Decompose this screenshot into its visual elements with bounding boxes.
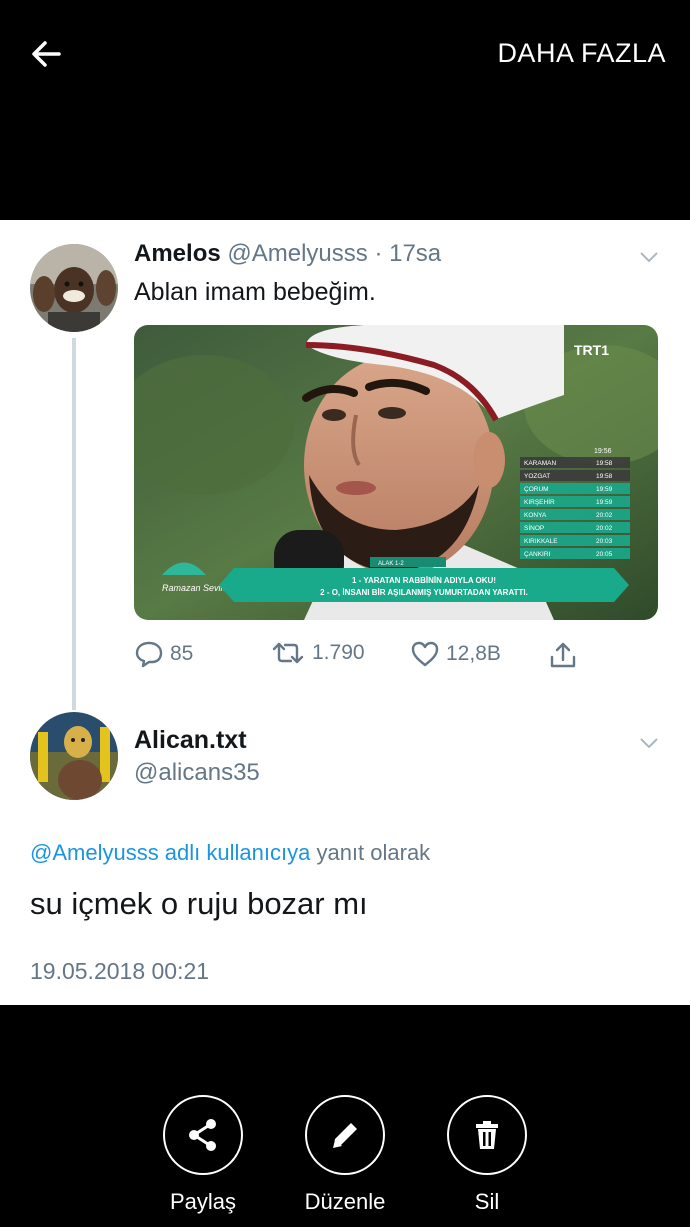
bottom-action-bar: Paylaş Düzenle Sil [0, 1095, 690, 1225]
share-tweet-button[interactable] [548, 640, 584, 670]
tweet1-author-name[interactable]: Amelos [134, 240, 221, 267]
delete-button[interactable]: Sil [417, 1095, 557, 1215]
tweet2-timestamp[interactable]: 19.05.2018 00:21 [30, 958, 209, 985]
prayer-time-city: KARAMAN [524, 460, 556, 467]
share-icon [189, 1119, 216, 1151]
prayer-times-table: 19:56 KARAMAN 19:58 YOZGAT 19:58 ÇORUM 19:59 K… [520, 448, 630, 559]
share-up-icon [550, 642, 576, 668]
prayer-time-value: 19:59 [596, 499, 613, 506]
svg-text:ALAK 1-2: ALAK 1-2 [378, 561, 404, 567]
prayer-time-value: 20:02 [596, 525, 613, 532]
tweet1-header: Amelos @Amelyusss · 17sa [134, 240, 441, 268]
prayer-time-city: ÇORUM [524, 486, 549, 493]
svg-text:1 - YARATAN RABBİNİN ADIYLA OK: 1 - YARATAN RABBİNİN ADIYLA OKU! [352, 576, 496, 585]
prayer-time-city: KIRIKKALE [524, 538, 558, 545]
prayer-time-value: 20:02 [596, 512, 613, 519]
prayer-time-value: 19:58 [596, 460, 613, 467]
tweet-screenshot: Amelos @Amelyusss · 17sa Ablan imam bebe… [0, 220, 690, 1005]
retweet-icon [272, 642, 304, 664]
prayer-time-value: 19:58 [596, 473, 613, 480]
chevron-down-icon [640, 252, 658, 263]
svg-text:2 - O, İNSANI BİR AŞILANMIŞ YU: 2 - O, İNSANI BİR AŞILANMIŞ YUMURTADAN Y… [320, 588, 528, 597]
prayer-time-city: SİNOP [524, 523, 544, 532]
prayer-time-city: KIRŞEHİR [524, 497, 555, 506]
separator-dot: · [374, 240, 383, 267]
tweet1-text: Ablan imam bebeğim. [134, 278, 376, 306]
back-button[interactable] [26, 34, 66, 74]
edit-label: Düzenle [304, 1189, 386, 1214]
prayer-time-value: 20:03 [596, 538, 613, 545]
like-count: 12,8B [446, 642, 501, 665]
delete-label: Sil [474, 1189, 500, 1214]
reply-to-link[interactable]: @Amelyusss adlı kullanıcıya [30, 840, 310, 865]
tweet2-text: su içmek o ruju bozar mı [30, 886, 368, 921]
avatar[interactable] [30, 244, 118, 332]
retweet-button[interactable]: 1.790 [270, 640, 365, 666]
prayer-time-city: YOZGAT [524, 473, 550, 480]
share-button[interactable]: Paylaş [133, 1095, 273, 1215]
comment-icon [135, 641, 163, 668]
thread-line [72, 338, 76, 710]
reply-button[interactable]: 85 [134, 640, 193, 668]
heart-icon [411, 641, 439, 667]
tweet1-menu-button[interactable] [638, 246, 660, 268]
like-button[interactable]: 12,8B [410, 640, 501, 668]
prayer-time-city: ÇANKIRI [524, 551, 551, 558]
avatar[interactable] [30, 712, 118, 800]
reply-context: @Amelyusss adlı kullanıcıya yanıt olarak [30, 840, 430, 866]
tweet1-media[interactable]: TRT1 Ramazan Sevinci 19:56 KARAMAN 19:58 Y… [134, 325, 658, 620]
edit-button[interactable]: Düzenle [275, 1095, 415, 1215]
prayer-time-value: 20:05 [596, 551, 613, 558]
tweet1-actions: 85 1.790 12,8B [134, 640, 594, 674]
more-button[interactable]: DAHA FAZLA [497, 38, 666, 69]
reply-to-suffix: yanıt olarak [316, 840, 431, 865]
reply-count: 85 [170, 642, 194, 665]
tweet1-author-handle[interactable]: @Amelyusss [227, 240, 367, 267]
svg-text:19:56: 19:56 [594, 448, 612, 455]
tweet1-time: 17sa [389, 240, 442, 267]
arrow-left-icon [32, 41, 61, 67]
tweet2-author-handle[interactable]: @alicans35 [134, 759, 260, 787]
chevron-down-icon [640, 738, 658, 749]
prayer-time-city: KONYA [524, 512, 547, 519]
tweet2-author-name[interactable]: Alican.txt [134, 726, 247, 755]
channel-logo: TRT1 [574, 342, 609, 358]
share-label: Paylaş [169, 1189, 237, 1214]
prayer-time-value: 19:59 [596, 486, 613, 493]
tweet2-menu-button[interactable] [638, 732, 660, 754]
top-bar: DAHA FAZLA [0, 0, 690, 110]
retweet-count: 1.790 [312, 641, 365, 664]
pencil-icon [333, 1123, 357, 1148]
trash-icon [476, 1121, 498, 1149]
